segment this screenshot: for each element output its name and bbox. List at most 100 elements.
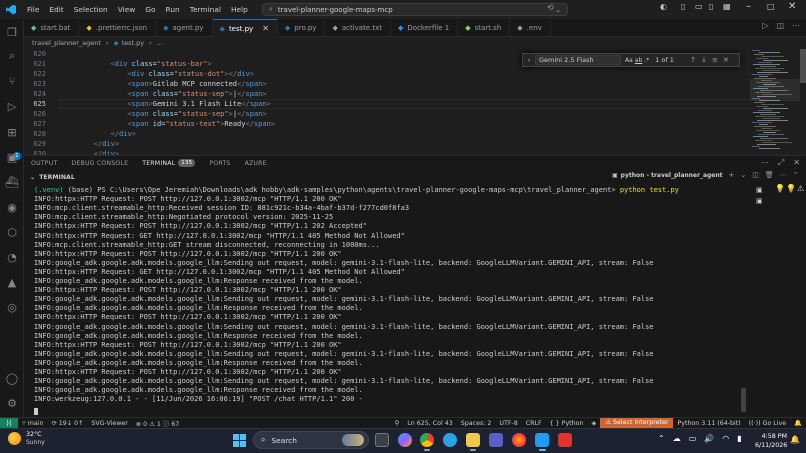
- toggle-secondary-sidebar-icon[interactable]: ▯: [709, 2, 713, 11]
- select-interpreter-button[interactable]: ⚠ Select Interpreter: [600, 418, 674, 428]
- battery-icon[interactable]: ▮: [737, 434, 741, 443]
- toggle-panel-icon[interactable]: ▭: [695, 2, 703, 11]
- tab-dockerfile-1[interactable]: ◆ Dockerfile 1: [391, 19, 459, 37]
- indentation[interactable]: Spaces: 2: [457, 420, 496, 427]
- tab-start-bat[interactable]: ◆ start.bat: [24, 19, 80, 37]
- timeline-icon[interactable]: ◔: [5, 250, 19, 264]
- settings-gear-icon[interactable]: ⚙: [5, 396, 19, 410]
- minimize-icon[interactable]: –: [746, 1, 751, 12]
- cloud-icon[interactable]: ☁: [673, 434, 681, 443]
- taskbar-search[interactable]: ⌕ Search: [253, 431, 369, 449]
- azure-icon[interactable]: ▲: [5, 275, 19, 289]
- breadcrumb-folder[interactable]: travel_planner_agent: [32, 39, 101, 47]
- panel-tab-terminal[interactable]: TERMINAL 135: [135, 156, 203, 172]
- source-control-icon[interactable]: ⑂: [5, 74, 19, 88]
- encoding[interactable]: UTF-8: [495, 420, 521, 427]
- panel-tab-debug-console[interactable]: DEBUG CONSOLE: [64, 156, 135, 172]
- line-ending[interactable]: CRLF: [522, 420, 546, 427]
- teams-icon[interactable]: [489, 433, 503, 447]
- more-actions-icon[interactable]: ⋯: [761, 158, 769, 168]
- display-icon[interactable]: ▭: [689, 434, 697, 443]
- chevron-up-icon[interactable]: ⌃: [793, 171, 799, 179]
- close-window-icon[interactable]: ✕: [788, 1, 796, 12]
- remote-indicator-icon[interactable]: ⟩⟨: [0, 417, 18, 429]
- gitlens-icon[interactable]: ◎: [5, 300, 19, 314]
- terminal-list-icon[interactable]: ▣: [756, 186, 763, 194]
- sync-indicator[interactable]: ⟳ 19↓ 0↑: [48, 420, 88, 427]
- menu-item-view[interactable]: View: [113, 5, 141, 14]
- wifi-icon[interactable]: ◠: [722, 434, 729, 443]
- firefox-icon[interactable]: [512, 433, 526, 447]
- find-input[interactable]: Gemini 2.5 Flash: [535, 55, 621, 65]
- editor-scrollbar[interactable]: [800, 49, 806, 83]
- cursor-position[interactable]: Ln 625, Col 43: [403, 420, 457, 427]
- containers-icon[interactable]: ⬡: [5, 225, 19, 239]
- match-case-icon[interactable]: Aa: [625, 57, 633, 64]
- copilot-icon[interactable]: ⟲: [547, 3, 554, 12]
- panel-tab-ports[interactable]: PORTS: [202, 156, 237, 172]
- tab-test-py[interactable]: ◆ test.py ✕: [212, 19, 278, 37]
- file-explorer-icon[interactable]: [466, 433, 480, 447]
- more-actions-icon[interactable]: ⋯: [780, 171, 787, 179]
- notifications-bell-icon[interactable]: 🔔: [790, 419, 806, 427]
- task-view-icon[interactable]: [375, 433, 389, 447]
- chevron-down-icon[interactable]: ⌄: [740, 171, 746, 179]
- lightbulb-icon[interactable]: 💡: [786, 184, 796, 193]
- chevron-down-icon[interactable]: ⌄: [555, 6, 561, 14]
- terminal-profile[interactable]: ▣ python - travel_planner_agent + ⌄ ◫ 🗑 …: [612, 171, 799, 179]
- remote-explorer-icon[interactable]: ▣: [5, 150, 19, 164]
- previous-match-icon[interactable]: ↑: [690, 56, 696, 64]
- run-debug-icon[interactable]: ▷: [5, 99, 19, 113]
- menu-item-go[interactable]: Go: [140, 5, 160, 14]
- tab-start-sh[interactable]: ◆ start.sh: [458, 19, 511, 37]
- notification-bell-icon[interactable]: 🔔: [790, 435, 800, 444]
- weather-widget[interactable]: 32°C Sunny: [8, 431, 45, 446]
- lightbulb-icon[interactable]: 💡: [775, 184, 785, 193]
- copilot-icon[interactable]: ◈: [587, 420, 600, 427]
- close-panel-icon[interactable]: ✕: [793, 158, 800, 168]
- tab--env[interactable]: ◆ .env: [510, 19, 551, 37]
- telegram-icon[interactable]: [443, 433, 457, 447]
- panel-tab-azure[interactable]: AZURE: [238, 156, 274, 172]
- menu-item-file[interactable]: File: [22, 5, 44, 14]
- volume-icon[interactable]: 🔊: [704, 434, 714, 443]
- panel-tab-output[interactable]: OUTPUT: [24, 156, 64, 172]
- run-file-icon[interactable]: ▷: [762, 21, 768, 30]
- language-mode[interactable]: { } Python: [546, 420, 588, 427]
- command-center[interactable]: ⌕ travel-planner-google-maps-mcp ⌄: [262, 3, 568, 16]
- toggle-replace-chevron-icon[interactable]: ›: [523, 56, 535, 64]
- branch-indicator[interactable]: ⑂ main: [18, 420, 48, 427]
- brave-icon[interactable]: [558, 433, 572, 447]
- menu-item-edit[interactable]: Edit: [44, 5, 68, 14]
- copilot-app-icon[interactable]: [398, 433, 412, 447]
- maximize-icon[interactable]: □: [767, 2, 775, 11]
- search-icon[interactable]: ⌕: [5, 49, 19, 63]
- next-match-icon[interactable]: ↓: [701, 56, 707, 64]
- windows-start-icon[interactable]: [233, 434, 246, 447]
- go-live-button[interactable]: ((·)) Go Live: [745, 420, 790, 427]
- new-terminal-icon[interactable]: +: [729, 171, 735, 179]
- maximize-panel-icon[interactable]: ⤢: [778, 158, 784, 168]
- menu-item-terminal[interactable]: Terminal: [185, 5, 226, 14]
- problems-indicator[interactable]: ⊗ 0 ⚠ 1 ⓘ 67: [132, 419, 183, 428]
- kill-terminal-icon[interactable]: 🗑: [765, 171, 774, 179]
- explorer-icon[interactable]: ❐: [5, 25, 19, 39]
- tab--prettierrc-json[interactable]: ◆ .prettierrc.json: [79, 19, 157, 37]
- close-find-icon[interactable]: ✕: [723, 56, 729, 64]
- split-terminal-icon[interactable]: ◫: [752, 171, 759, 179]
- accounts-icon[interactable]: ◐: [660, 2, 667, 11]
- menu-item-help[interactable]: Help: [226, 5, 253, 14]
- breadcrumb-symbol[interactable]: ...: [157, 39, 163, 47]
- minimap[interactable]: [750, 49, 800, 155]
- customize-layout-icon[interactable]: ▦: [723, 2, 731, 11]
- menu-item-selection[interactable]: Selection: [69, 5, 113, 14]
- find-in-selection-icon[interactable]: ≡: [712, 56, 718, 64]
- split-editor-icon[interactable]: ◫: [776, 21, 784, 30]
- tab-agent-py[interactable]: ◆ agent.py: [156, 19, 213, 37]
- vscode-taskbar-icon[interactable]: [535, 433, 549, 447]
- terminal-output[interactable]: (.venv) (base) PS C:\Users\Ope Jeremiah\…: [24, 183, 746, 417]
- chrome-icon[interactable]: [420, 433, 434, 447]
- chevron-up-icon[interactable]: ⌃: [658, 434, 665, 443]
- more-actions-icon[interactable]: ⋯: [792, 21, 800, 30]
- github-icon[interactable]: ◉: [5, 200, 19, 214]
